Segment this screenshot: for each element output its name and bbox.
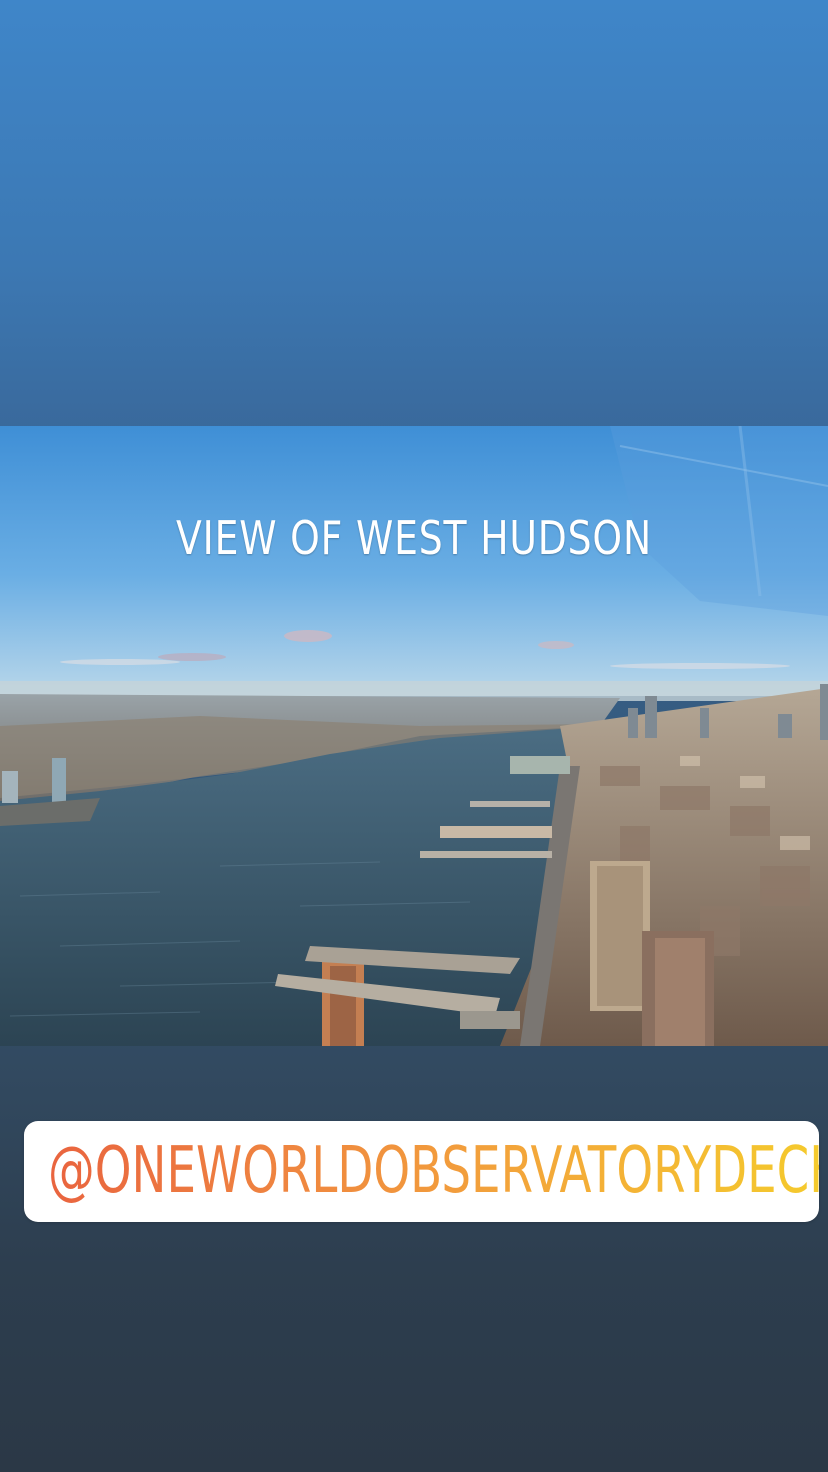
story-caption: VIEW OF WEST HUDSON <box>176 511 652 565</box>
story-canvas: VIEW OF WEST HUDSON @ONEWORLDOBSERVATORY… <box>0 0 828 1472</box>
mention-username[interactable]: @ONEWORLDOBSERVATORYDECK <box>48 1121 819 1222</box>
mention-sticker[interactable]: @ONEWORLDOBSERVATORYDECK <box>24 1121 819 1222</box>
